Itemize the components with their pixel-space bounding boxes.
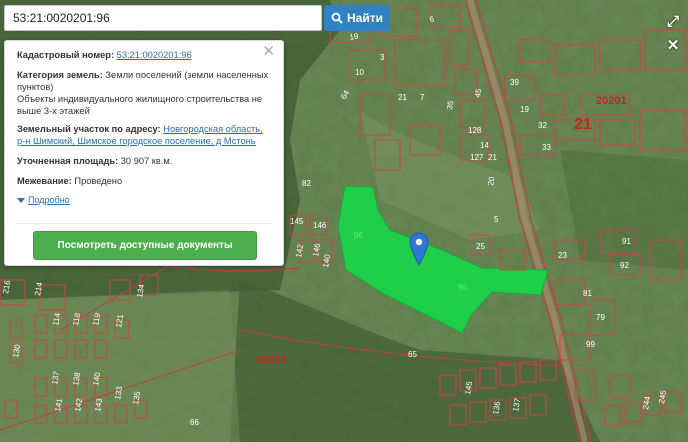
search-icon xyxy=(331,12,343,24)
category-row: Категория земель: Земли поселений (земли… xyxy=(17,69,271,117)
cadastral-link[interactable]: 53:21:0020201:96 xyxy=(117,50,192,60)
parcel-info-panel: ✕ Кадастровый номер: 53:21:0020201:96 Ка… xyxy=(4,40,284,266)
parcel-number-label: 81 xyxy=(583,289,592,298)
details-toggle[interactable]: Подробно xyxy=(17,194,271,206)
close-icon[interactable]: ✕ xyxy=(262,44,275,59)
parcel-number-label: 23 xyxy=(558,251,567,260)
search-button-label: Найти xyxy=(347,11,383,25)
survey-value: Проведено xyxy=(74,176,123,186)
parcel-number-label: 66 xyxy=(190,418,199,427)
parcel-number-label: 33 xyxy=(542,143,551,152)
parcel-number-label: 7 xyxy=(420,93,425,102)
divider xyxy=(17,223,271,224)
parcel-number-label: 91 xyxy=(622,237,631,246)
parcel-number-label: 99 xyxy=(586,340,595,349)
survey-row: Межевание: Проведено xyxy=(17,175,271,187)
parcel-number-label: 5 xyxy=(494,215,499,224)
parcel-number-label: 21 xyxy=(488,153,497,162)
map-marker-icon[interactable] xyxy=(409,232,429,266)
area-label: Уточненная площадь: xyxy=(17,156,119,166)
parcel-inner-label: 96 xyxy=(458,283,467,292)
parcel-number-label: 32 xyxy=(538,121,547,130)
parcel-number-label: 19 xyxy=(520,105,529,114)
close-icon[interactable]: ✕ xyxy=(664,36,682,54)
quarter-label: 21 xyxy=(574,116,592,133)
details-link[interactable]: Подробно xyxy=(28,194,70,206)
expand-icon[interactable]: ⤢ xyxy=(664,12,682,30)
caret-down-icon xyxy=(17,197,25,203)
address-row: Земельный участок по адресу: Новгородска… xyxy=(17,123,271,147)
parcel-number-label: 21 xyxy=(398,93,407,102)
parcel-number-label: 25 xyxy=(476,242,485,251)
usage-text: Объекты индивидуального жилищного строит… xyxy=(17,94,263,116)
quarter-label: 20201 xyxy=(256,354,287,366)
parcel-number-label: 3 xyxy=(380,53,385,62)
search-button[interactable]: Найти xyxy=(324,5,390,31)
parcel-number-label: 146 xyxy=(313,221,327,230)
category-label: Категория земель: xyxy=(17,70,103,80)
parcel-number-label: 127 xyxy=(470,153,484,162)
cadastral-label: Кадастровый номер: xyxy=(17,50,115,60)
search-box[interactable] xyxy=(4,5,322,31)
cadastral-row: Кадастровый номер: 53:21:0020201:96 xyxy=(17,49,271,61)
address-label: Земельный участок по адресу: xyxy=(17,124,161,134)
parcel-number-label: 128 xyxy=(468,126,482,135)
parcel-number-label: 10 xyxy=(355,68,364,77)
parcel-number-label: 39 xyxy=(510,78,519,87)
parcel-number-label: 92 xyxy=(620,261,629,270)
parcel-number-label: 79 xyxy=(596,313,605,322)
view-documents-button[interactable]: Посмотреть доступные документы xyxy=(33,231,257,260)
survey-label: Межевание: xyxy=(17,176,72,186)
parcel-number-label: 65 xyxy=(408,350,417,359)
parcel-number-label: 145 xyxy=(290,217,304,226)
quarter-label: 20201 xyxy=(596,95,627,107)
area-value: 30 907 кв.м. xyxy=(120,156,173,166)
search-input[interactable] xyxy=(5,6,321,30)
parcel-number-label: 14 xyxy=(480,141,489,150)
area-row: Уточненная площадь: 30 907 кв.м. xyxy=(17,155,271,167)
parcel-inner-label: 96 xyxy=(354,231,363,240)
parcel-number-label: 82 xyxy=(302,179,311,188)
